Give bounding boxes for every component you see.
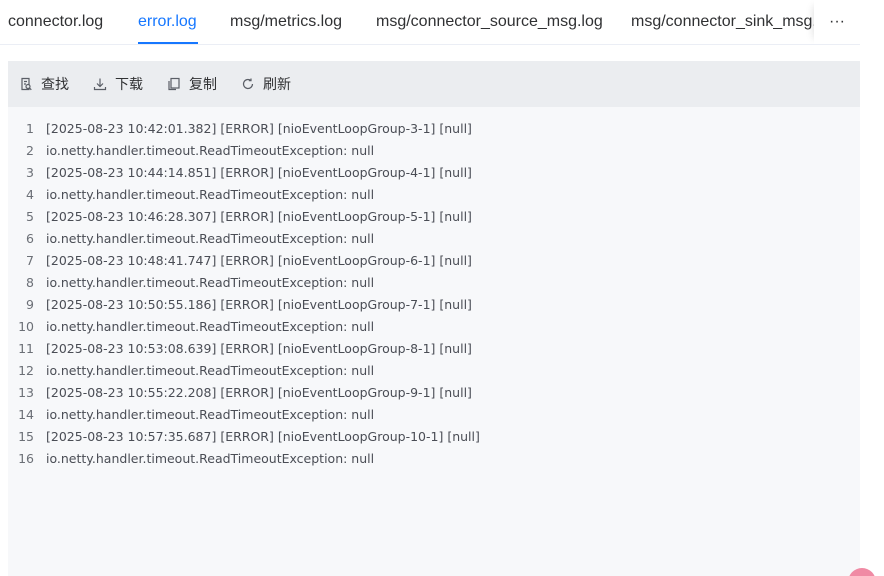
download-icon xyxy=(93,78,107,91)
line-number: 10 xyxy=(18,318,34,334)
line-number: 5 xyxy=(26,208,34,224)
log-text: [2025-08-23 10:44:14.851] [ERROR] [nioEv… xyxy=(46,164,472,180)
log-line: 4 io.netty.handler.timeout.ReadTimeoutExc… xyxy=(8,183,860,205)
active-tab-indicator xyxy=(138,42,198,44)
log-toolbar: 查找 下载 复制 刷新 xyxy=(8,61,860,107)
log-content: 1 [2025-08-23 10:42:01.382] [ERROR] [nioE… xyxy=(8,107,860,469)
log-text: [2025-08-23 10:50:55.186] [ERROR] [nioEv… xyxy=(46,296,472,312)
log-text: [2025-08-23 10:46:28.307] [ERROR] [nioEv… xyxy=(46,208,472,224)
log-panel: 查找 下载 复制 刷新 1 [2025-08-23 10:42:01.382] [… xyxy=(8,61,860,576)
log-text: io.netty.handler.timeout.ReadTimeoutExce… xyxy=(46,230,375,246)
log-text: [2025-08-23 10:57:35.687] [ERROR] [nioEv… xyxy=(46,428,480,444)
log-line: 11 [2025-08-23 10:53:08.639] [ERROR] [nio… xyxy=(8,337,860,359)
log-text: [2025-08-23 10:55:22.208] [ERROR] [nioEv… xyxy=(46,384,472,400)
log-line: 5 [2025-08-23 10:46:28.307] [ERROR] [nioE… xyxy=(8,205,860,227)
log-line: 10 io.netty.handler.timeout.ReadTimeoutEx… xyxy=(8,315,860,337)
log-line: 15 [2025-08-23 10:57:35.687] [ERROR] [nio… xyxy=(8,425,860,447)
line-number: 13 xyxy=(18,384,34,400)
log-line: 14 io.netty.handler.timeout.ReadTimeoutEx… xyxy=(8,403,860,425)
copy-label: 复制 xyxy=(189,77,217,93)
line-number: 9 xyxy=(26,296,34,312)
download-label: 下载 xyxy=(115,77,143,93)
more-tabs-button[interactable]: ··· xyxy=(814,0,860,44)
log-line: 16 io.netty.handler.timeout.ReadTimeoutEx… xyxy=(8,447,860,469)
line-number: 15 xyxy=(18,428,34,444)
refresh-label: 刷新 xyxy=(263,77,291,93)
line-number: 6 xyxy=(26,230,34,246)
log-line: 2 io.netty.handler.timeout.ReadTimeoutExc… xyxy=(8,139,860,161)
log-text: [2025-08-23 10:53:08.639] [ERROR] [nioEv… xyxy=(46,340,472,356)
log-line: 13 [2025-08-23 10:55:22.208] [ERROR] [nio… xyxy=(8,381,860,403)
log-line: 6 io.netty.handler.timeout.ReadTimeoutExc… xyxy=(8,227,860,249)
log-line: 8 io.netty.handler.timeout.ReadTimeoutExc… xyxy=(8,271,860,293)
file-tabs: connector.log error.log msg/metrics.log … xyxy=(0,0,860,45)
line-number: 16 xyxy=(18,450,34,466)
search-doc-icon xyxy=(21,77,32,91)
line-number: 2 xyxy=(26,142,34,158)
line-number: 8 xyxy=(26,274,34,290)
log-line: 3 [2025-08-23 10:44:14.851] [ERROR] [nioE… xyxy=(8,161,860,183)
download-button[interactable]: 下载 xyxy=(93,74,143,94)
refresh-icon xyxy=(242,78,254,90)
tab-connector-log[interactable]: connector.log xyxy=(8,12,103,32)
log-line: 12 io.netty.handler.timeout.ReadTimeoutEx… xyxy=(8,359,860,381)
log-text: [2025-08-23 10:42:01.382] [ERROR] [nioEv… xyxy=(46,120,472,136)
line-number: 12 xyxy=(18,362,34,378)
log-line: 7 [2025-08-23 10:48:41.747] [ERROR] [nioE… xyxy=(8,249,860,271)
ellipsis-icon: ··· xyxy=(829,13,845,30)
log-text: io.netty.handler.timeout.ReadTimeoutExce… xyxy=(46,362,375,378)
line-number: 1 xyxy=(26,120,34,136)
line-number: 14 xyxy=(18,406,34,422)
search-label: 查找 xyxy=(41,77,69,93)
log-text: io.netty.handler.timeout.ReadTimeoutExce… xyxy=(46,406,375,422)
log-text: io.netty.handler.timeout.ReadTimeoutExce… xyxy=(46,142,375,158)
tab-error-log[interactable]: error.log xyxy=(138,12,197,32)
log-text: [2025-08-23 10:48:41.747] [ERROR] [nioEv… xyxy=(46,252,472,268)
line-number: 4 xyxy=(26,186,34,202)
refresh-button[interactable]: 刷新 xyxy=(241,74,291,94)
log-line: 1 [2025-08-23 10:42:01.382] [ERROR] [nioE… xyxy=(8,117,860,139)
copy-icon xyxy=(168,77,180,91)
log-text: io.netty.handler.timeout.ReadTimeoutExce… xyxy=(46,274,375,290)
log-text: io.netty.handler.timeout.ReadTimeoutExce… xyxy=(46,318,375,334)
tab-connector-sink-msg-log[interactable]: msg/connector_sink_msg.log xyxy=(631,12,838,32)
log-text: io.netty.handler.timeout.ReadTimeoutExce… xyxy=(46,450,375,466)
tab-metrics-log[interactable]: msg/metrics.log xyxy=(230,12,342,32)
copy-button[interactable]: 复制 xyxy=(167,74,217,94)
log-line: 9 [2025-08-23 10:50:55.186] [ERROR] [nioE… xyxy=(8,293,860,315)
log-text: io.netty.handler.timeout.ReadTimeoutExce… xyxy=(46,186,375,202)
line-number: 3 xyxy=(26,164,34,180)
tab-connector-source-msg-log[interactable]: msg/connector_source_msg.log xyxy=(376,12,603,32)
line-number: 7 xyxy=(26,252,34,268)
line-number: 11 xyxy=(18,340,34,356)
search-button[interactable]: 查找 xyxy=(19,74,69,94)
